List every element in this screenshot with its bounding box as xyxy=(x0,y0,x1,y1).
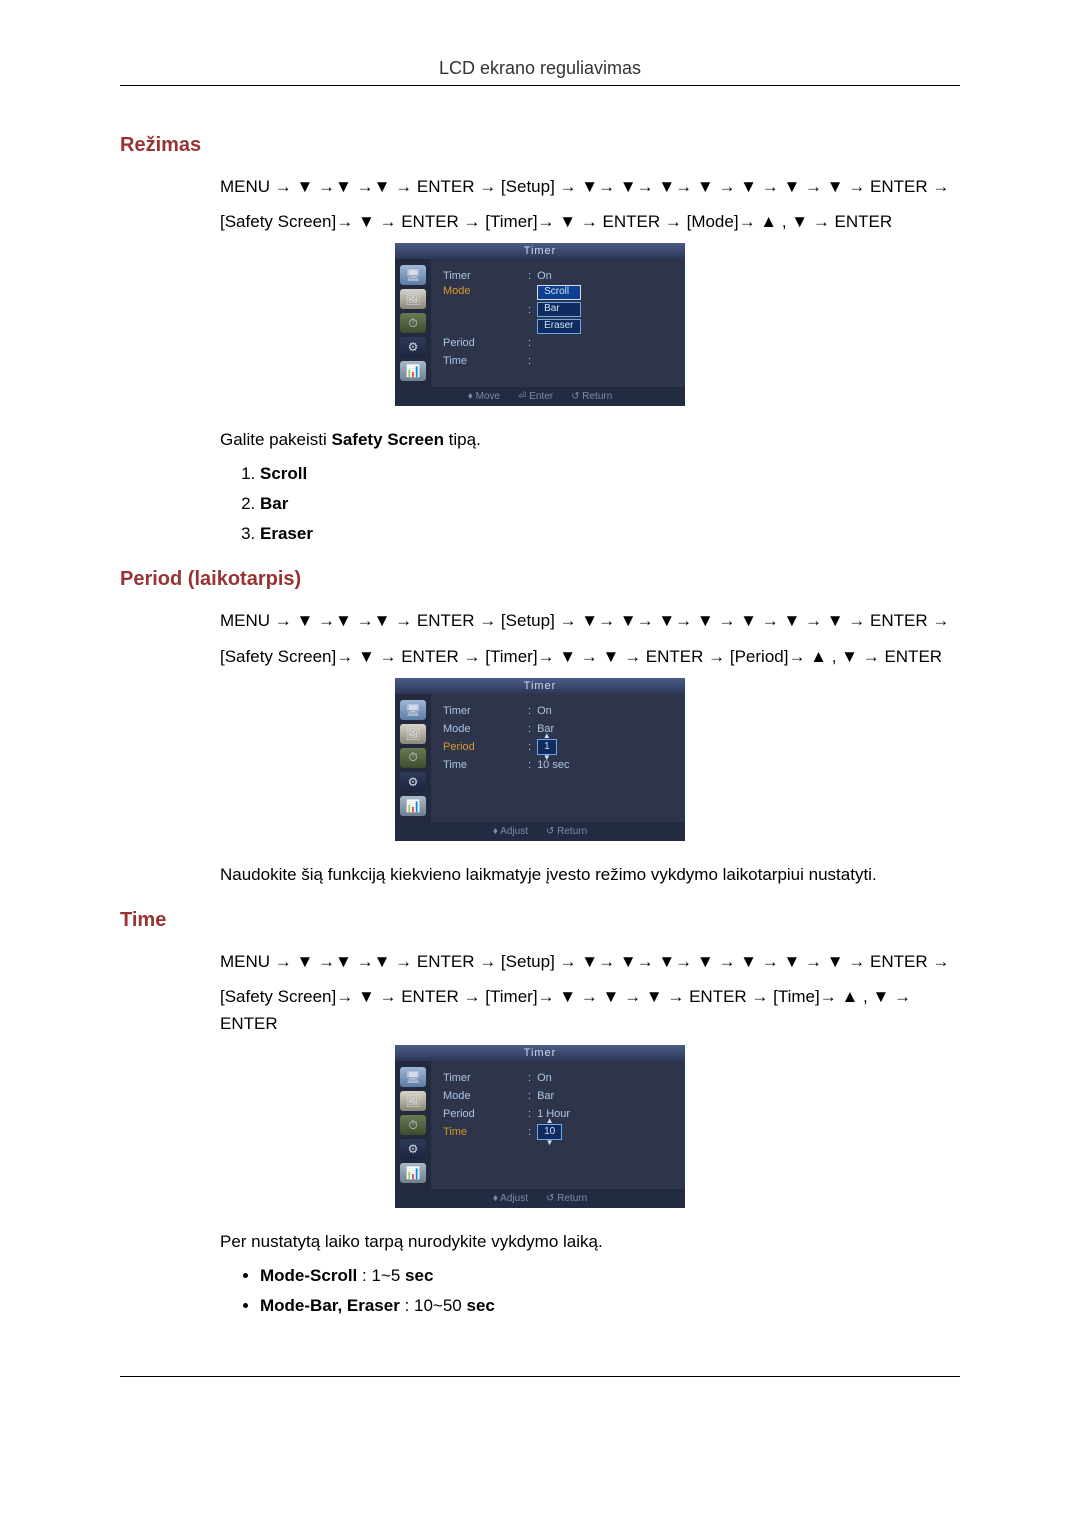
header-divider xyxy=(120,85,960,86)
osd-side-icons: 🖥 🖼 ⏱ ⚙ 📊 xyxy=(395,259,431,387)
time-description: Per nustatytą laiko tarpą nurodykite vyk… xyxy=(220,1232,960,1252)
osd-label-mode: Mode xyxy=(443,1090,528,1102)
osd-label-period: Period xyxy=(443,1108,528,1120)
period-description: Naudokite šią funkciją kiekvieno laikmat… xyxy=(220,865,960,885)
osd-footer: ♦ Move ⏎ Enter ↺ Return xyxy=(395,387,685,406)
osd-option-bar[interactable]: Bar xyxy=(537,302,580,317)
osd-value-timer: :On xyxy=(528,270,552,282)
osd-foot-enter: ⏎ Enter xyxy=(518,391,553,402)
osd-value-time[interactable]: : ▲ 10 ▼ xyxy=(528,1118,562,1146)
osd-tab-icon: ⏱ xyxy=(400,748,426,768)
list-item: Mode-Bar, Eraser : 10~50 sec xyxy=(260,1296,960,1316)
osd-label-time: Time xyxy=(443,759,528,771)
osd-foot-return: ↺ Return xyxy=(546,1193,587,1204)
osd-tab-icon: ⏱ xyxy=(400,1115,426,1135)
osd-label-mode: Mode xyxy=(443,723,528,735)
osd-option-eraser[interactable]: Eraser xyxy=(537,319,580,334)
osd-side-icons: 🖥 🖼 ⏱ ⚙ 📊 xyxy=(395,694,431,822)
osd-tab-icon: 🖥 xyxy=(400,700,426,720)
nav-path-time-line2: [Safety Screen]→ ▼ → ENTER → [Timer]→ ▼ … xyxy=(220,983,960,1037)
nav-path-mode-line2: [Safety Screen]→ ▼ → ENTER → [Timer]→ ▼ … xyxy=(220,208,960,235)
list-item: Bar xyxy=(260,494,960,514)
osd-label-period: Period xyxy=(443,337,528,349)
nav-path-period-line1: MENU → ▼ →▼ →▼ → ENTER → [Setup] → ▼→ ▼→… xyxy=(220,607,960,634)
osd-foot-adjust: ♦ Adjust xyxy=(493,1193,528,1204)
page-title: LCD ekrano reguliavimas xyxy=(120,58,960,85)
osd-tab-icon: 📊 xyxy=(400,1163,426,1183)
osd-tab-icon: ⏱ xyxy=(400,313,426,333)
mode-type-list: Scroll Bar Eraser xyxy=(240,464,960,544)
osd-title: Timer xyxy=(395,1045,685,1061)
osd-label-timer: Timer xyxy=(443,1072,528,1084)
osd-label-period: Period xyxy=(443,741,528,753)
osd-tab-icon: 🖥 xyxy=(400,1067,426,1087)
osd-panel-time: Timer 🖥 🖼 ⏱ ⚙ 📊 Timer :On Mode : xyxy=(395,1045,685,1208)
osd-foot-adjust: ♦ Adjust xyxy=(493,826,528,837)
down-arrow-icon[interactable]: ▼ xyxy=(546,1140,554,1146)
osd-side-icons: 🖥 🖼 ⏱ ⚙ 📊 xyxy=(395,1061,431,1189)
osd-tab-icon: 🖼 xyxy=(400,724,426,744)
time-bullet-list: Mode-Scroll : 1~5 sec Mode-Bar, Eraser :… xyxy=(240,1266,960,1316)
nav-path-time-line1: MENU → ▼ →▼ →▼ → ENTER → [Setup] → ▼→ ▼→… xyxy=(220,948,960,975)
osd-option-scroll[interactable]: Scroll xyxy=(537,285,580,300)
osd-tab-icon: 🖥 xyxy=(400,265,426,285)
footer-divider xyxy=(120,1376,960,1377)
osd-title: Timer xyxy=(395,678,685,694)
osd-foot-move: ♦ Move xyxy=(468,391,500,402)
osd-tab-icon: ⚙ xyxy=(400,772,426,792)
osd-tab-icon: ⚙ xyxy=(400,337,426,357)
list-item: Mode-Scroll : 1~5 sec xyxy=(260,1266,960,1286)
list-item: Scroll xyxy=(260,464,960,484)
osd-tab-icon: 📊 xyxy=(400,796,426,816)
osd-foot-return: ↺ Return xyxy=(571,391,612,402)
osd-tab-icon: 🖼 xyxy=(400,289,426,309)
section-heading-period: Period (laikotarpis) xyxy=(120,568,960,591)
nav-path-period-line2: [Safety Screen]→ ▼ → ENTER → [Timer]→ ▼ … xyxy=(220,643,960,670)
osd-title: Timer xyxy=(395,243,685,259)
osd-label-time: Time xyxy=(443,355,528,367)
section-heading-time: Time xyxy=(120,909,960,932)
section-heading-mode: Režimas xyxy=(120,134,960,157)
osd-tab-icon: ⚙ xyxy=(400,1139,426,1159)
osd-panel-period: Timer 🖥 🖼 ⏱ ⚙ 📊 Timer :On Mode : xyxy=(395,678,685,841)
osd-label-mode: Mode xyxy=(443,285,528,297)
osd-tab-icon: 📊 xyxy=(400,361,426,381)
osd-label-time: Time xyxy=(443,1126,528,1138)
osd-label-timer: Timer xyxy=(443,705,528,717)
osd-footer: ♦ Adjust ↺ Return xyxy=(395,822,685,841)
osd-value-period[interactable]: : ▲ 1 ▼ xyxy=(528,733,557,761)
osd-label-timer: Timer xyxy=(443,270,528,282)
osd-mode-options[interactable]: Scroll Bar Eraser xyxy=(537,285,580,334)
osd-footer: ♦ Adjust ↺ Return xyxy=(395,1189,685,1208)
osd-foot-return: ↺ Return xyxy=(546,826,587,837)
list-item: Eraser xyxy=(260,524,960,544)
mode-description: Galite pakeisti Safety Screen tipą. xyxy=(220,430,960,450)
nav-path-mode-line1: MENU → ▼ →▼ →▼ → ENTER → [Setup] → ▼→ ▼→… xyxy=(220,173,960,200)
osd-panel-mode: Timer 🖥 🖼 ⏱ ⚙ 📊 Timer :On Mode xyxy=(395,243,685,406)
osd-tab-icon: 🖼 xyxy=(400,1091,426,1111)
